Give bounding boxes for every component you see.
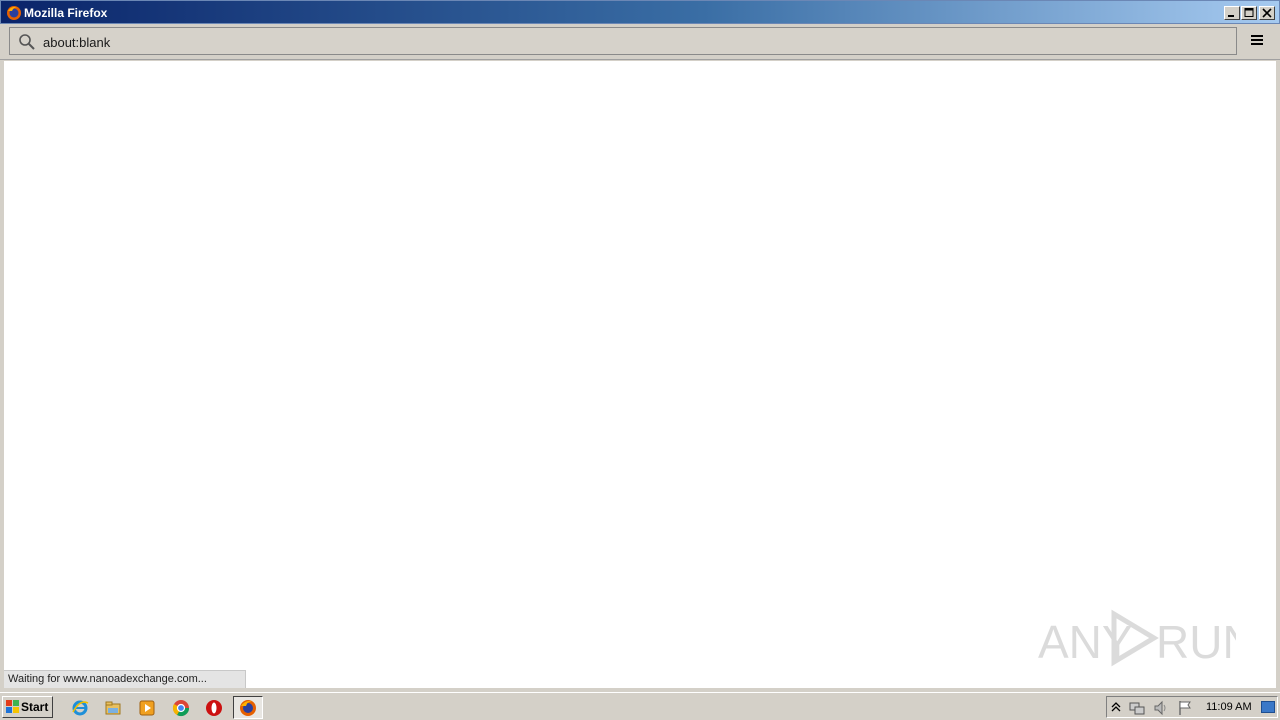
svg-text:RUN: RUN [1156, 616, 1236, 668]
window-title: Mozilla Firefox [24, 6, 108, 20]
file-explorer-icon[interactable] [104, 699, 122, 717]
start-button[interactable]: Start [2, 696, 53, 718]
opera-icon[interactable] [205, 699, 223, 717]
status-bar-text: Waiting for www.nanoadexchange.com... [4, 670, 246, 688]
anyrun-watermark-logo: ANY RUN [1038, 609, 1236, 668]
minimize-button[interactable] [1224, 6, 1240, 20]
close-button[interactable] [1259, 6, 1275, 20]
internet-explorer-icon[interactable] [71, 699, 89, 717]
url-input[interactable]: about:blank [43, 35, 110, 50]
firefox-icon [7, 6, 21, 20]
show-desktop-icon[interactable] [1261, 701, 1275, 713]
maximize-button[interactable] [1241, 6, 1257, 20]
system-tray: 11:09 AM [1106, 696, 1278, 718]
taskbar: Start 11:09 AM [0, 692, 1280, 720]
url-bar[interactable]: about:blank [9, 27, 1237, 55]
network-icon[interactable] [1129, 700, 1145, 716]
taskbar-firefox-button[interactable] [233, 696, 263, 719]
minimize-icon [1228, 15, 1234, 17]
chrome-icon[interactable] [172, 699, 190, 717]
hamburger-menu-icon[interactable] [1250, 33, 1264, 47]
close-icon [1262, 8, 1272, 18]
volume-icon[interactable] [1153, 700, 1169, 716]
firefox-icon [240, 700, 256, 716]
show-hidden-icons-icon[interactable] [1111, 701, 1121, 713]
maximize-icon [1244, 8, 1254, 17]
media-player-icon[interactable] [138, 699, 156, 717]
search-icon [19, 34, 35, 50]
action-center-flag-icon[interactable] [1177, 700, 1193, 716]
browser-toolbar: about:blank [0, 24, 1280, 60]
window-titlebar[interactable]: Mozilla Firefox [0, 0, 1280, 24]
page-content[interactable] [4, 61, 1276, 688]
start-label: Start [21, 700, 49, 714]
clock[interactable]: 11:09 AM [1206, 701, 1252, 713]
windows-logo-icon [6, 700, 19, 713]
